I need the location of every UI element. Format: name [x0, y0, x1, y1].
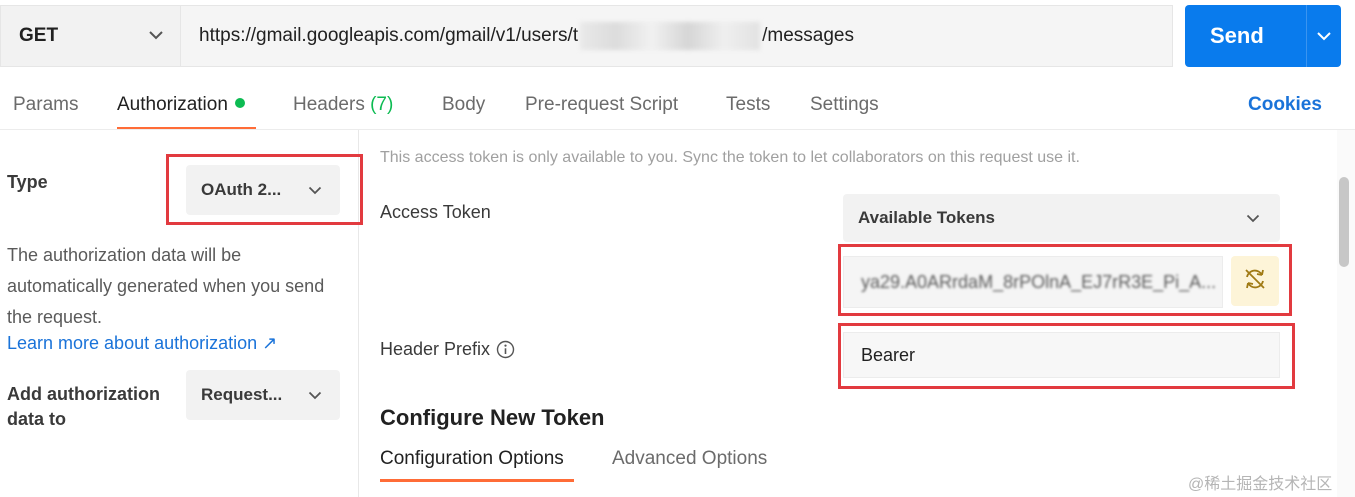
header-prefix-text: Header Prefix — [380, 339, 491, 359]
available-tokens-select[interactable]: Available Tokens — [843, 194, 1280, 242]
request-tabs: Params Authorization Headers (7) Body Pr… — [0, 86, 1355, 130]
learn-more-link[interactable]: Learn more about authorization ↗ — [7, 333, 277, 354]
tab-headers-label: Headers — [293, 94, 365, 115]
add-auth-to-value: Request... — [201, 385, 283, 404]
tab-authorization[interactable]: Authorization — [117, 94, 245, 116]
token-info-text: This access token is only available to y… — [380, 149, 1080, 166]
tab-params[interactable]: Params — [13, 94, 78, 116]
chevron-down-icon — [308, 385, 322, 405]
tab-pre-request-script[interactable]: Pre-request Script — [525, 94, 678, 116]
url-prefix: https://gmail.googleapis.com/gmail/v1/us… — [199, 25, 579, 46]
chevron-down-icon — [1246, 208, 1260, 228]
add-auth-label: Add authorization data to — [7, 384, 160, 429]
header-prefix-label: Header Prefix — [380, 339, 515, 360]
auth-description: The authorization data will be automatic… — [7, 245, 325, 327]
tab-configuration-options[interactable]: Configuration Options — [380, 448, 564, 470]
highlight-token-box — [838, 244, 1292, 316]
watermark: @稀土掘金技术社区 — [1188, 476, 1333, 493]
tab-headers[interactable]: Headers (7) — [293, 94, 393, 116]
redacted-url-segment — [580, 22, 761, 50]
tab-tests[interactable]: Tests — [726, 94, 770, 116]
highlight-type-box — [166, 154, 363, 225]
tab-authorization-label: Authorization — [117, 94, 228, 115]
headers-count: (7) — [370, 94, 394, 115]
access-token-label: Access Token — [380, 202, 491, 222]
method-label: GET — [19, 25, 59, 46]
chevron-down-icon — [148, 27, 164, 45]
send-button[interactable]: Send — [1185, 5, 1341, 67]
info-icon[interactable] — [496, 340, 515, 359]
tab-settings[interactable]: Settings — [810, 94, 879, 116]
highlight-prefix-box — [838, 323, 1295, 389]
send-label: Send — [1210, 23, 1264, 48]
method-select[interactable]: GET — [0, 5, 180, 67]
type-label: Type — [7, 172, 48, 192]
add-auth-to-select[interactable]: Request... — [186, 370, 340, 420]
status-dot-icon — [234, 98, 245, 108]
url-suffix: /messages — [762, 25, 854, 46]
cookies-link[interactable]: Cookies — [1248, 94, 1322, 116]
active-subtab-indicator — [380, 479, 574, 482]
url-input[interactable]: https://gmail.googleapis.com/gmail/v1/us… — [180, 5, 1173, 67]
scrollbar-thumb[interactable] — [1339, 177, 1349, 267]
tabs-divider — [0, 129, 1355, 130]
tab-body[interactable]: Body — [442, 94, 485, 116]
available-tokens-label: Available Tokens — [858, 208, 995, 227]
send-options-chevron-icon[interactable] — [1307, 31, 1341, 41]
tab-advanced-options[interactable]: Advanced Options — [612, 448, 767, 470]
configure-token-title: Configure New Token — [380, 405, 605, 430]
